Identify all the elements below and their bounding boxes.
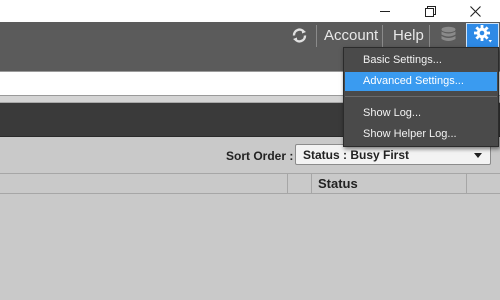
column-header-status[interactable]: Status <box>318 176 358 191</box>
column-divider[interactable] <box>287 174 288 194</box>
account-link[interactable]: Account <box>324 26 378 46</box>
table-body <box>0 194 500 300</box>
header-separator <box>429 25 430 47</box>
minimize-icon[interactable] <box>365 0 405 22</box>
settings-menu: Basic Settings... Advanced Settings... S… <box>343 47 499 147</box>
menu-item-show-log[interactable]: Show Log... <box>345 104 497 123</box>
help-link[interactable]: Help <box>393 26 424 46</box>
settings-button[interactable] <box>466 23 499 49</box>
menu-item-basic-settings[interactable]: Basic Settings... <box>345 51 497 70</box>
menu-item-advanced-settings[interactable]: Advanced Settings... <box>345 72 497 91</box>
window-titlebar <box>0 0 500 22</box>
sort-order-label: Sort Order : <box>226 149 294 163</box>
close-icon[interactable] <box>455 0 495 22</box>
header-separator <box>382 25 383 47</box>
column-divider[interactable] <box>466 174 467 194</box>
chevron-down-icon <box>474 153 482 158</box>
restore-icon[interactable] <box>410 0 450 22</box>
column-divider[interactable] <box>311 174 312 194</box>
sort-order-value: Status : Busy First <box>303 148 410 162</box>
header-separator <box>316 25 317 47</box>
table-header: Status <box>0 173 500 194</box>
menu-separator <box>345 96 497 97</box>
gear-icon <box>473 24 493 49</box>
refresh-icon[interactable] <box>291 27 308 44</box>
menu-item-show-helper-log[interactable]: Show Helper Log... <box>345 125 497 144</box>
database-icon[interactable] <box>440 26 457 45</box>
sort-order-select[interactable]: Status : Busy First <box>295 144 491 165</box>
